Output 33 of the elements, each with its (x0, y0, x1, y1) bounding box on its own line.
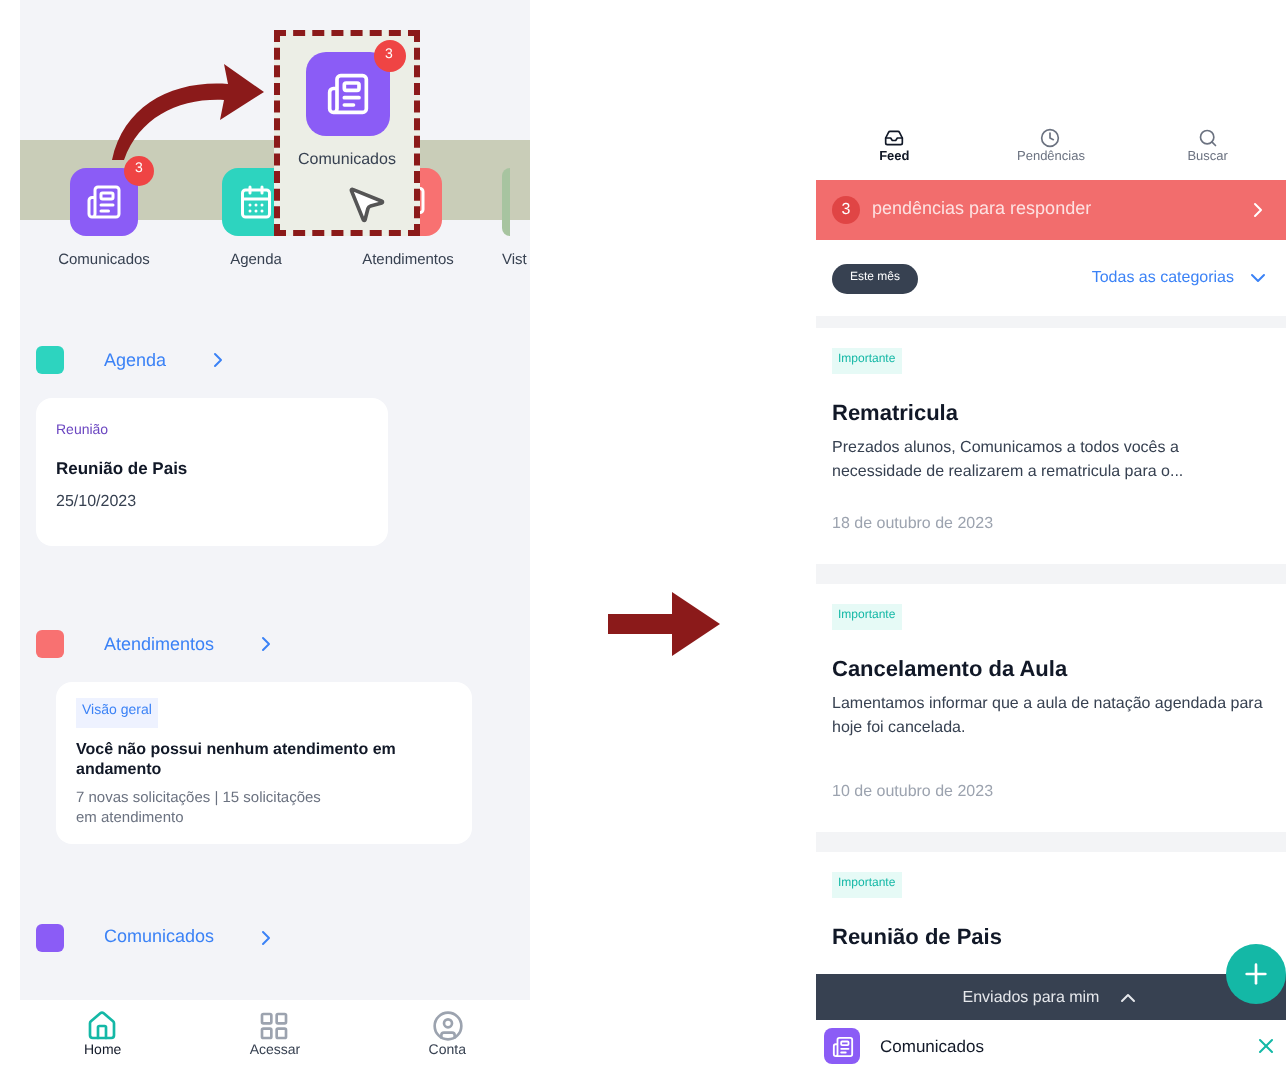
post-body: Lamentamos informar que a aula de natação agendada para hoje foi cancelada. (832, 691, 1265, 739)
post-title: Reunião de Pais (832, 924, 1004, 954)
newspaper-icon (86, 184, 122, 220)
section-icon (36, 923, 64, 952)
callout-label: Comunicados (298, 148, 396, 172)
cursor-icon (344, 182, 388, 226)
card-title: Você não possui nenhum atendimento em andamento (76, 739, 398, 780)
post-body: Prezados alunos, Comunicamos a todos vocês a necessidade de realizarem a rematricula para o... (832, 435, 1186, 483)
card-title: Reunião de Pais (56, 455, 190, 481)
card-date: 25/10/2023 (56, 489, 139, 513)
pending-banner[interactable]: 3 pendências para responder (816, 180, 1286, 240)
section-icon (36, 346, 64, 375)
pending-text: pendências para responder (872, 196, 1094, 223)
newspaper-icon (325, 72, 369, 116)
category-filter[interactable]: Todas as categorias (1091, 266, 1270, 290)
newspaper-icon (831, 1035, 853, 1057)
inbox-icon (884, 128, 905, 149)
section-icon (36, 630, 64, 659)
right-arrow (608, 592, 720, 656)
plus-icon (1240, 958, 1272, 990)
post-date: 18 de outubro de 2023 (832, 512, 996, 536)
post-date: 10 de outubro de 2023 (832, 780, 996, 804)
grid-icon (258, 1009, 291, 1042)
post-title: Rematricula (832, 400, 960, 430)
clock-icon (1040, 128, 1061, 149)
calendar-icon (238, 184, 274, 220)
search-icon (1197, 128, 1218, 149)
home-icon (86, 1009, 119, 1042)
user-icon (431, 1009, 464, 1042)
module-label: Comunicados (880, 1033, 984, 1059)
sent-bar[interactable]: Enviados para mim (816, 974, 1286, 1020)
pending-count: 3 (832, 196, 860, 224)
post-title: Cancelamento da Aula (832, 656, 1070, 686)
